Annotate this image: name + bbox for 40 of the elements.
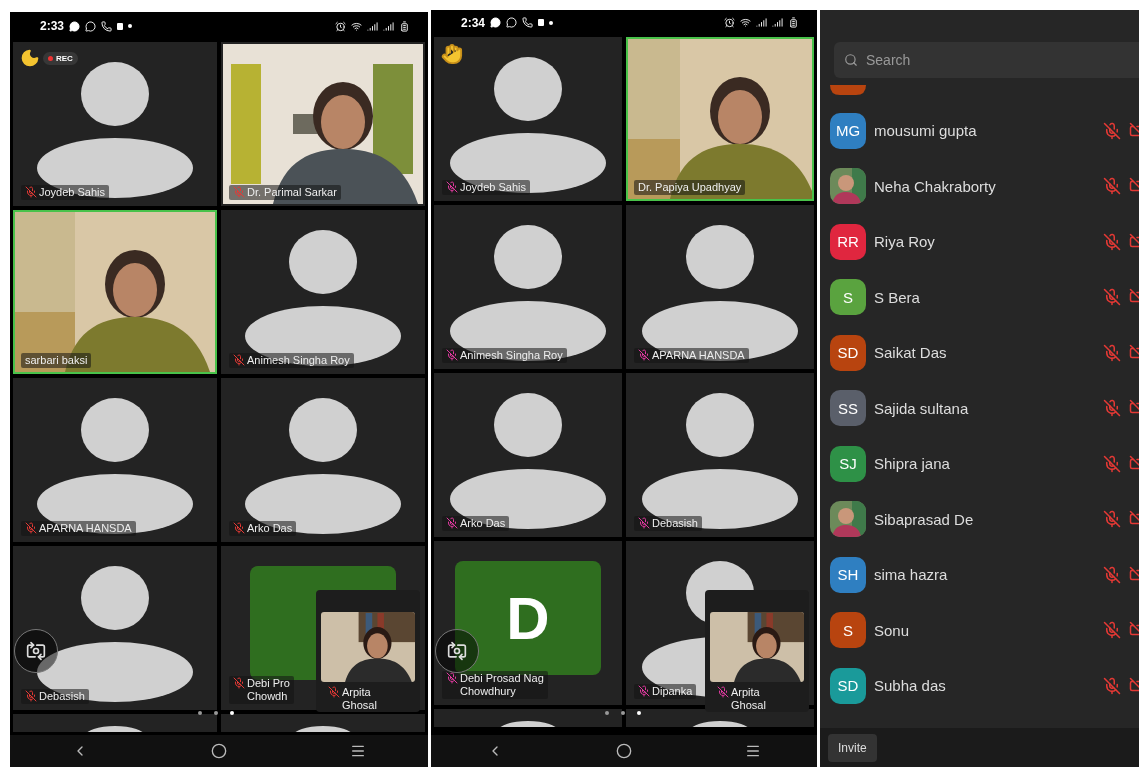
avatar: SD: [830, 667, 866, 704]
participant-name: mousumi gupta: [874, 122, 978, 140]
avatar: S: [830, 279, 866, 316]
participant-name: Riya Roy: [874, 233, 936, 251]
avatar: S: [830, 612, 866, 649]
participant-name: sima hazra: [874, 566, 949, 584]
participant-name: Dr. Papiya Upadhyay: [638, 180, 742, 194]
participant-name: Animesh Singha Roy: [247, 353, 350, 367]
participant-name: Sonu: [874, 621, 911, 639]
clock-time: 2:34: [461, 15, 486, 30]
avatar: SD: [830, 334, 866, 371]
participant-name: Dr. Parimal Sarkar: [247, 185, 337, 199]
participant-name: Sibaprasad De: [874, 510, 975, 528]
participant-name: Subha das: [874, 677, 947, 695]
participant-name: Debasish: [39, 689, 85, 703]
participant-name: Arko Das: [247, 521, 293, 535]
clock-time: 2:33: [40, 19, 65, 33]
avatar: SS: [830, 390, 866, 427]
participant-name: APARNA HANSDA: [652, 348, 745, 362]
participant-name: Sajida sultana: [874, 399, 970, 417]
participant-name: Debi Prosad Nag Chowdhury: [460, 671, 544, 698]
participant-name: APARNA HANSDA: [39, 521, 132, 535]
participant-name: Joydeb Sahis: [460, 180, 527, 194]
participant-name: Joydeb Sahis: [39, 185, 106, 199]
avatar-letter: D: [506, 583, 550, 653]
avatar: SH: [830, 556, 866, 593]
participant-name: Debasish: [652, 516, 698, 530]
participant-name: Debi Pro Chowdh: [247, 676, 290, 703]
avatar: SJ: [830, 445, 866, 482]
participant-name: Shipra jana: [874, 455, 951, 473]
participant-name: Arpita Ghosal: [342, 685, 377, 712]
avatar: RR: [830, 223, 866, 260]
participant-name: Animesh Singha Roy: [460, 348, 563, 362]
participant-name: Dipanka: [652, 684, 693, 698]
participant-name: Neha Chakraborty: [874, 177, 997, 195]
avatar: MG: [830, 112, 866, 149]
participant-name: sarbari baksi: [25, 353, 88, 367]
participant-name: Saikat Das: [874, 344, 948, 362]
participant-name: S Bera: [874, 288, 921, 306]
participant-name: Arko Das: [460, 516, 506, 530]
